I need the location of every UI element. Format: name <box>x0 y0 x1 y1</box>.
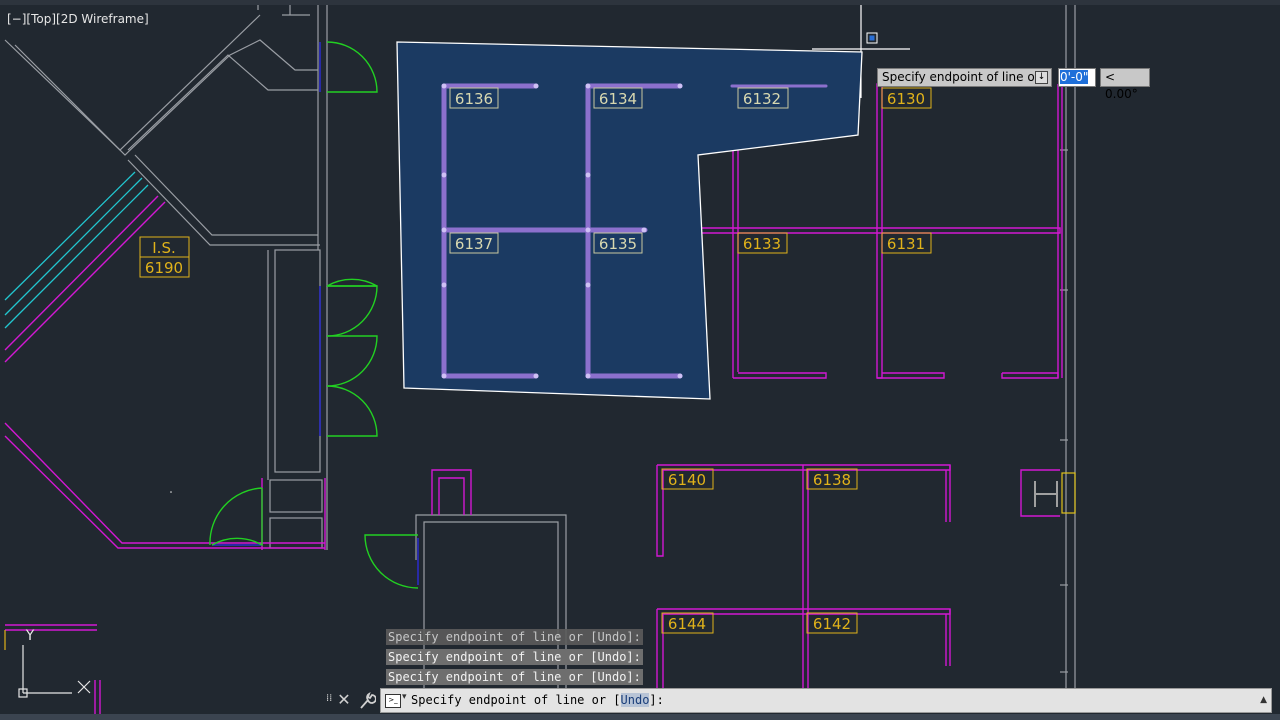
svg-text:Y: Y <box>25 628 35 644</box>
dynamic-input-angle-field[interactable]: < 0.00° <box>1100 68 1150 101</box>
viewport-menu[interactable]: [−] <box>7 12 26 26</box>
svg-text:6140: 6140 <box>668 471 706 489</box>
viewport-controls[interactable]: [−][Top][2D Wireframe] <box>7 12 149 26</box>
svg-text:6133: 6133 <box>743 235 781 253</box>
room-label-6134[interactable]: 6134 <box>593 87 643 109</box>
drag-grip-icon[interactable]: ⁞⁞ <box>326 693 332 709</box>
room-label-6138[interactable]: 6138 <box>806 468 858 490</box>
command-input[interactable]: >_ ▾ Specify endpoint of line or [Undo]:… <box>380 688 1272 713</box>
room-label-is[interactable]: I.S. <box>139 236 190 258</box>
options-down-arrow-icon[interactable]: ↓ <box>1035 71 1048 84</box>
svg-text:6144: 6144 <box>668 615 706 633</box>
visual-style-menu[interactable]: [2D Wireframe] <box>56 12 149 26</box>
crosshair-cursor-icon <box>866 32 878 44</box>
svg-text:6132: 6132 <box>743 90 781 108</box>
svg-text:6130: 6130 <box>887 90 925 108</box>
svg-text:I.S.: I.S. <box>152 239 175 257</box>
room-label-6133[interactable]: 6133 <box>737 232 788 254</box>
dynamic-input-prompt-text: Specify endpoint of line or <box>882 70 1040 84</box>
room-label-6144[interactable]: 6144 <box>661 612 714 634</box>
room-label-6190[interactable]: 6190 <box>139 256 190 278</box>
room-label-6135[interactable]: 6135 <box>593 232 643 254</box>
angle-value[interactable]: < 0.00° <box>1105 70 1138 101</box>
cyan-lines <box>4 171 149 329</box>
svg-text:6190: 6190 <box>145 259 183 277</box>
command-history-line: Specify endpoint of line or [Undo]: <box>386 629 643 645</box>
command-line: ⁞⁞ ✕ >_ ▾ Specify endpoint of line or [U… <box>322 688 1272 714</box>
length-value[interactable]: 0'-0" <box>1060 70 1089 84</box>
door-swings <box>209 41 419 589</box>
dynamic-input-length-field[interactable]: 0'-0" <box>1058 68 1096 87</box>
terminal-icon[interactable]: >_ <box>385 694 401 708</box>
svg-text:6135: 6135 <box>599 235 637 253</box>
svg-text:6136: 6136 <box>455 90 493 108</box>
svg-text:6131: 6131 <box>887 235 925 253</box>
room-label-6136[interactable]: 6136 <box>449 87 499 109</box>
ucs-icon: Y <box>18 628 91 698</box>
wrench-icon[interactable] <box>358 691 377 711</box>
undo-option[interactable]: Undo <box>620 693 650 707</box>
room-label-6137[interactable]: 6137 <box>449 232 499 254</box>
command-history-line: Specify endpoint of line or [Undo]: <box>386 669 643 685</box>
view-menu[interactable]: [Top] <box>26 12 56 26</box>
svg-text:6137: 6137 <box>455 235 493 253</box>
bottom-strip <box>0 714 1280 720</box>
svg-text:6138: 6138 <box>813 471 851 489</box>
door-frames <box>212 42 419 585</box>
history-scroll-up-icon[interactable]: ▲ <box>1260 695 1267 705</box>
room-label-6130[interactable]: 6130 <box>881 87 932 109</box>
svg-text:6142: 6142 <box>813 615 851 633</box>
room-label-6142[interactable]: 6142 <box>806 612 858 634</box>
dynamic-input-prompt: Specify endpoint of line or ↓ <box>877 68 1052 87</box>
room-label-6132[interactable]: 6132 <box>737 87 789 109</box>
command-history-line: Specify endpoint of line or [Undo]: <box>386 649 643 665</box>
room-label-6140[interactable]: 6140 <box>661 468 714 490</box>
room-label-6131[interactable]: 6131 <box>881 232 932 254</box>
svg-text:6134: 6134 <box>599 90 637 108</box>
h-yellow-box <box>1061 472 1076 514</box>
drawing-canvas[interactable]: 6136 6134 6132 6130 6137 6135 6133 6131 <box>0 0 1280 720</box>
recent-commands-caret-icon[interactable]: ▾ <box>402 692 407 702</box>
command-prompt-text: Specify endpoint of line or [Undo]: <box>411 693 664 707</box>
close-icon[interactable]: ✕ <box>336 690 352 710</box>
